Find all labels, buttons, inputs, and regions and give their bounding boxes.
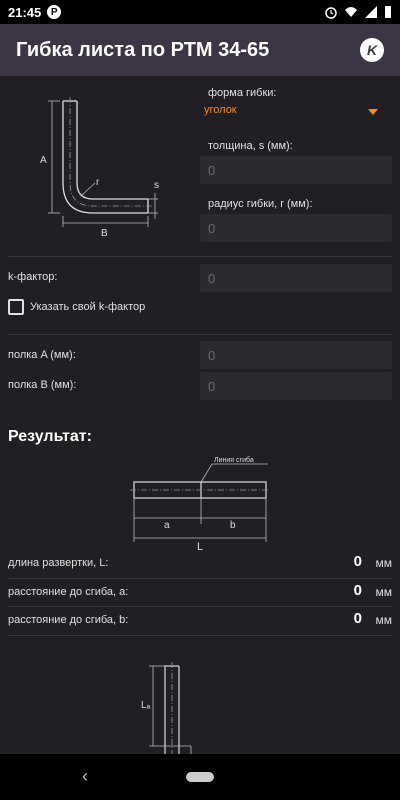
kfactor-label: k-фактор: <box>8 271 58 283</box>
system-nav-bar: ‹ <box>0 754 400 800</box>
custom-kfactor-label: Указать свой k-фактор <box>30 301 146 313</box>
status-bar: 21:45 P <box>0 0 400 24</box>
back-icon[interactable]: ‹ <box>82 766 88 787</box>
divider <box>8 256 392 257</box>
thickness-label: толщина, s (мм): <box>208 140 293 152</box>
page-title: Гибка листа по РТМ 34-65 <box>16 38 270 61</box>
shelf-b-input[interactable]: 0 <box>200 372 392 400</box>
app-bar: Гибка листа по РТМ 34-65 K <box>0 24 400 76</box>
diagram-label-b: B <box>101 228 108 239</box>
flat-label-a: a <box>164 520 170 531</box>
diagram-label-a: A <box>40 155 47 166</box>
shape-label: форма гибки: <box>208 87 277 99</box>
result-label: длина развертки, L: <box>8 557 109 569</box>
divider <box>8 578 392 579</box>
result-value: 0 <box>353 553 362 570</box>
parking-app-icon: P <box>47 5 62 19</box>
bend-angle-diagram: A B r s <box>40 97 159 239</box>
app-logo-button[interactable]: K <box>360 38 384 62</box>
divider <box>8 334 392 335</box>
wifi-icon <box>345 7 357 17</box>
result-row-b: расстояние до сгиба, b: 0 мм <box>8 608 392 636</box>
result-row-length: длина развертки, L: 0 мм <box>8 551 392 579</box>
result-unit: мм <box>375 556 393 570</box>
result-unit: мм <box>375 585 393 599</box>
result-value: 0 <box>353 582 362 599</box>
divider <box>8 635 392 636</box>
custom-kfactor-checkbox[interactable] <box>8 299 24 315</box>
bend-line-label: Линия сгиба <box>214 456 254 464</box>
bottom-bend-diagram: Lₐ <box>141 662 192 754</box>
shape-dropdown[interactable]: уголок <box>204 104 384 122</box>
flat-pattern-diagram: Линия сгиба a b L <box>130 456 270 553</box>
chevron-down-icon <box>368 109 378 115</box>
shelf-a-input[interactable]: 0 <box>200 341 392 369</box>
flat-label-b: b <box>230 520 236 531</box>
result-value: 0 <box>353 610 362 627</box>
status-icons <box>324 5 392 19</box>
result-label: расстояние до сгиба, а: <box>8 586 129 598</box>
result-row-a: расстояние до сгиба, а: 0 мм <box>8 580 392 608</box>
signal-icon <box>365 6 377 18</box>
status-time: 21:45 <box>8 4 42 20</box>
result-label: расстояние до сгиба, b: <box>8 614 129 626</box>
radius-input[interactable]: 0 <box>200 214 392 242</box>
radius-label: радиус гибки, r (мм): <box>208 198 313 210</box>
kfactor-input[interactable]: 0 <box>200 264 392 292</box>
thickness-input[interactable]: 0 <box>200 156 392 184</box>
battery-icon <box>385 6 391 18</box>
diagram-label-s: s <box>154 180 159 191</box>
alarm-icon <box>325 7 337 19</box>
shelf-a-label: полка A (мм): <box>8 349 76 361</box>
diagram-label-r: r <box>96 177 100 188</box>
shape-value: уголок <box>204 104 237 116</box>
bottom-label-la: Lₐ <box>141 700 151 711</box>
home-pill-button[interactable] <box>186 772 214 782</box>
divider <box>8 606 392 607</box>
result-unit: мм <box>375 613 393 627</box>
shelf-b-label: полка B (мм): <box>8 379 77 391</box>
result-title: Результат: <box>8 428 92 445</box>
